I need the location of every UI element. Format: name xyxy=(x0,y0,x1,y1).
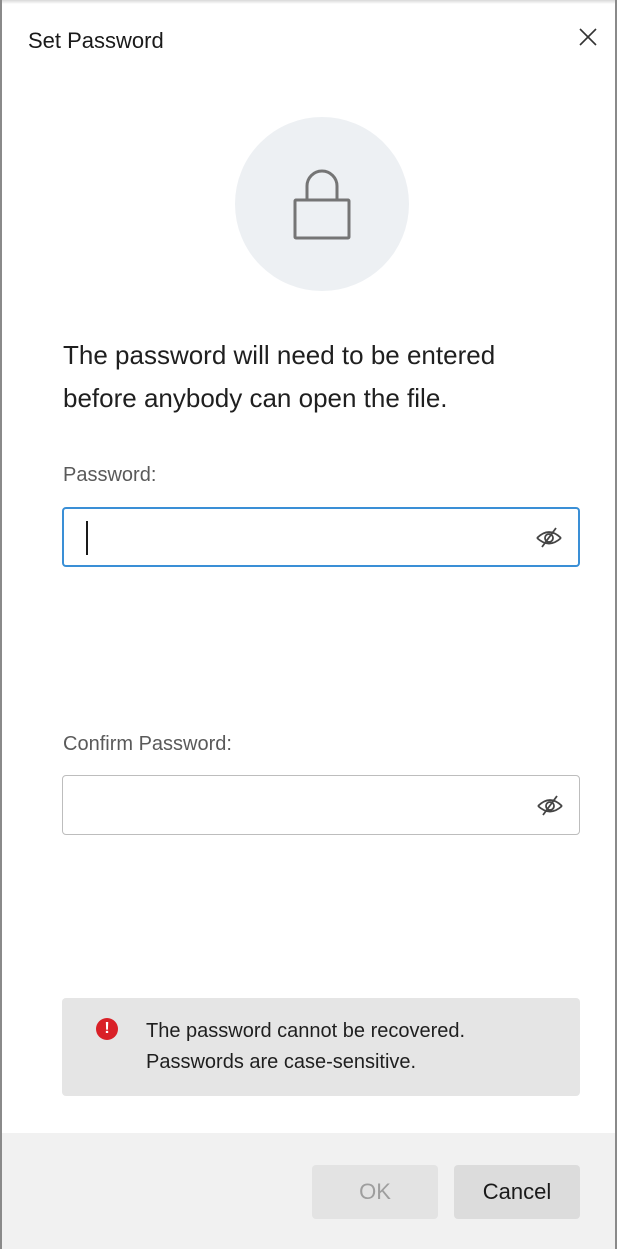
lock-badge xyxy=(235,117,409,291)
warning-text: The password cannot be recovered. Passwo… xyxy=(146,1016,465,1078)
window-top-edge xyxy=(2,0,615,4)
password-visibility-toggle[interactable] xyxy=(532,523,566,551)
info-message-line-2: before anybody can open the file. xyxy=(63,383,448,413)
eye-hidden-icon xyxy=(536,527,562,548)
close-button[interactable] xyxy=(571,20,605,54)
error-icon: ! xyxy=(96,1018,118,1040)
close-icon xyxy=(579,28,597,46)
password-input[interactable] xyxy=(64,509,524,565)
info-message-line-1: The password will need to be entered xyxy=(63,340,496,370)
warning-line-2: Passwords are case-sensitive. xyxy=(146,1051,417,1073)
warning-line-1: The password cannot be recovered. xyxy=(146,1020,466,1042)
ok-button[interactable]: OK xyxy=(312,1165,438,1219)
confirm-password-label: Confirm Password: xyxy=(63,733,232,755)
confirm-password-visibility-toggle[interactable] xyxy=(533,791,567,819)
text-caret xyxy=(86,521,88,555)
set-password-dialog: Set Password The password will need to b… xyxy=(0,0,617,1249)
warning-banner: ! The password cannot be recovered. Pass… xyxy=(62,998,580,1096)
eye-hidden-icon xyxy=(537,795,563,816)
dialog-title: Set Password xyxy=(28,28,164,53)
info-message: The password will need to be entered bef… xyxy=(63,334,583,420)
cancel-button[interactable]: Cancel xyxy=(454,1165,580,1219)
lock-icon xyxy=(293,169,351,240)
password-label: Password: xyxy=(63,464,157,486)
confirm-password-input[interactable] xyxy=(63,776,523,834)
password-field[interactable] xyxy=(62,507,580,567)
confirm-password-field[interactable] xyxy=(62,775,580,835)
